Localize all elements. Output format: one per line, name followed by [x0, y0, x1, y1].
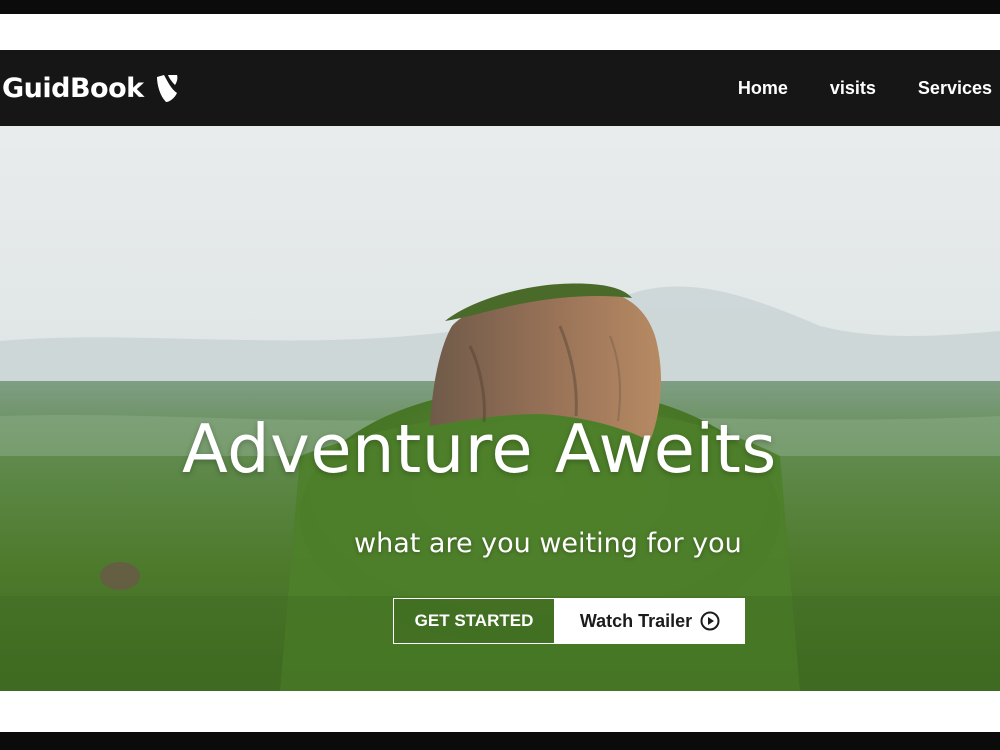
hero-subheadline: what are you weiting for you	[354, 528, 742, 559]
play-circle-icon	[700, 611, 720, 631]
get-started-button[interactable]: GET STARTED	[393, 598, 555, 644]
nav-item-home[interactable]: Home	[738, 78, 788, 99]
cta-buttons: GET STARTED Watch Trailer	[393, 598, 745, 644]
watch-trailer-label: Watch Trailer	[579, 610, 693, 631]
nav-item-visits[interactable]: visits	[830, 78, 876, 99]
navbar: GuidBook Home visits Services	[0, 50, 1000, 126]
nav-menu: Home visits Services	[738, 50, 992, 126]
watch-trailer-button[interactable]: Watch Trailer	[555, 598, 745, 644]
hero-headline: Adventure Aweits	[182, 410, 777, 488]
nav-item-services[interactable]: Services	[918, 78, 992, 99]
brand[interactable]: GuidBook	[2, 68, 180, 108]
typo3-logo-icon	[154, 73, 180, 103]
brand-name: GuidBook	[2, 72, 144, 104]
